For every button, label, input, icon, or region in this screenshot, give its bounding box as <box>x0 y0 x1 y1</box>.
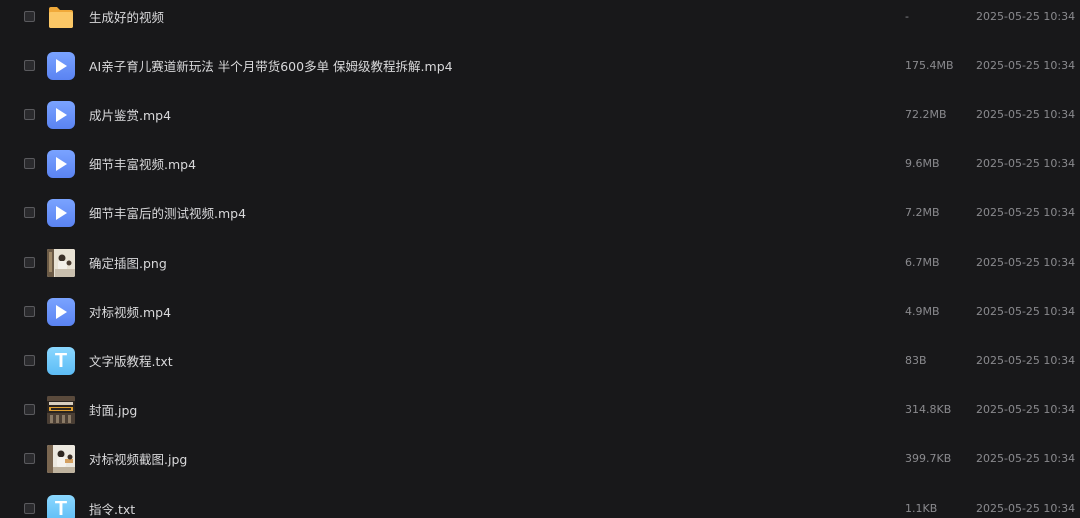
file-size: - <box>905 10 909 23</box>
file-size: 83B <box>905 354 927 367</box>
file-name[interactable]: 细节丰富后的测试视频.mp4 <box>89 203 246 222</box>
file-size: 314.8KB <box>905 403 952 416</box>
row-checkbox[interactable] <box>24 503 35 514</box>
file-name[interactable]: 成片鉴赏.mp4 <box>89 105 171 124</box>
file-name[interactable]: 对标视频.mp4 <box>89 302 171 321</box>
video-file-icon <box>47 149 75 178</box>
file-size: 6.7MB <box>905 256 940 269</box>
file-size: 9.6MB <box>905 157 940 170</box>
file-row[interactable]: T 文字版教程.txt 83B 2025-05-25 10:34 <box>0 336 1080 385</box>
file-row[interactable]: 生成好的视频 - 2025-05-25 10:34 <box>0 0 1080 41</box>
file-name[interactable]: 指令.txt <box>89 499 135 518</box>
file-date: 2025-05-25 10:34 <box>976 108 1076 121</box>
text-file-icon: T <box>47 494 75 518</box>
image-thumbnail <box>47 248 75 277</box>
file-row[interactable]: 对标视频.mp4 4.9MB 2025-05-25 10:34 <box>0 287 1080 336</box>
file-row[interactable]: 细节丰富后的测试视频.mp4 7.2MB 2025-05-25 10:34 <box>0 188 1080 237</box>
file-date: 2025-05-25 10:34 <box>976 403 1076 416</box>
row-checkbox[interactable] <box>24 11 35 22</box>
file-date: 2025-05-25 10:34 <box>976 10 1076 23</box>
text-file-icon: T <box>47 346 75 375</box>
file-name[interactable]: 生成好的视频 <box>89 7 164 26</box>
file-name[interactable]: AI亲子育儿赛道新玩法 半个月带货600多单 保姆级教程拆解.mp4 <box>89 56 453 75</box>
row-checkbox[interactable] <box>24 306 35 317</box>
file-row[interactable]: 确定插图.png 6.7MB 2025-05-25 10:34 <box>0 238 1080 287</box>
row-checkbox[interactable] <box>24 257 35 268</box>
file-name[interactable]: 细节丰富视频.mp4 <box>89 154 196 173</box>
file-row[interactable]: 封面.jpg 314.8KB 2025-05-25 10:34 <box>0 385 1080 434</box>
video-file-icon <box>47 100 75 129</box>
file-date: 2025-05-25 10:34 <box>976 305 1076 318</box>
file-list: 生成好的视频 - 2025-05-25 10:34 AI亲子育儿赛道新玩法 半个… <box>0 0 1080 518</box>
image-thumbnail <box>47 395 75 424</box>
row-checkbox[interactable] <box>24 109 35 120</box>
file-row[interactable]: 对标视频截图.jpg 399.7KB 2025-05-25 10:34 <box>0 434 1080 483</box>
file-date: 2025-05-25 10:34 <box>976 256 1076 269</box>
folder-icon <box>47 3 75 31</box>
row-checkbox[interactable] <box>24 60 35 71</box>
file-name[interactable]: 封面.jpg <box>89 400 137 419</box>
row-checkbox[interactable] <box>24 404 35 415</box>
file-name[interactable]: 确定插图.png <box>89 253 167 272</box>
file-size: 7.2MB <box>905 206 940 219</box>
row-checkbox[interactable] <box>24 355 35 366</box>
file-size: 72.2MB <box>905 108 947 121</box>
file-name[interactable]: 对标视频截图.jpg <box>89 449 187 468</box>
file-row[interactable]: 成片鉴赏.mp4 72.2MB 2025-05-25 10:34 <box>0 90 1080 139</box>
file-date: 2025-05-25 10:34 <box>976 59 1076 72</box>
file-date: 2025-05-25 10:34 <box>976 502 1076 515</box>
row-checkbox[interactable] <box>24 207 35 218</box>
file-date: 2025-05-25 10:34 <box>976 206 1076 219</box>
file-size: 1.1KB <box>905 502 938 515</box>
file-date: 2025-05-25 10:34 <box>976 354 1076 367</box>
row-checkbox[interactable] <box>24 453 35 464</box>
file-row[interactable]: T 指令.txt 1.1KB 2025-05-25 10:34 <box>0 484 1080 518</box>
row-checkbox[interactable] <box>24 158 35 169</box>
video-file-icon <box>47 51 75 80</box>
file-size: 175.4MB <box>905 59 954 72</box>
file-date: 2025-05-25 10:34 <box>976 157 1076 170</box>
file-row[interactable]: AI亲子育儿赛道新玩法 半个月带货600多单 保姆级教程拆解.mp4 175.4… <box>0 41 1080 90</box>
file-size: 399.7KB <box>905 452 952 465</box>
video-file-icon <box>47 297 75 326</box>
video-file-icon <box>47 198 75 227</box>
file-size: 4.9MB <box>905 305 940 318</box>
file-row[interactable]: 细节丰富视频.mp4 9.6MB 2025-05-25 10:34 <box>0 139 1080 188</box>
image-thumbnail <box>47 444 75 473</box>
file-name[interactable]: 文字版教程.txt <box>89 351 173 370</box>
file-date: 2025-05-25 10:34 <box>976 452 1076 465</box>
